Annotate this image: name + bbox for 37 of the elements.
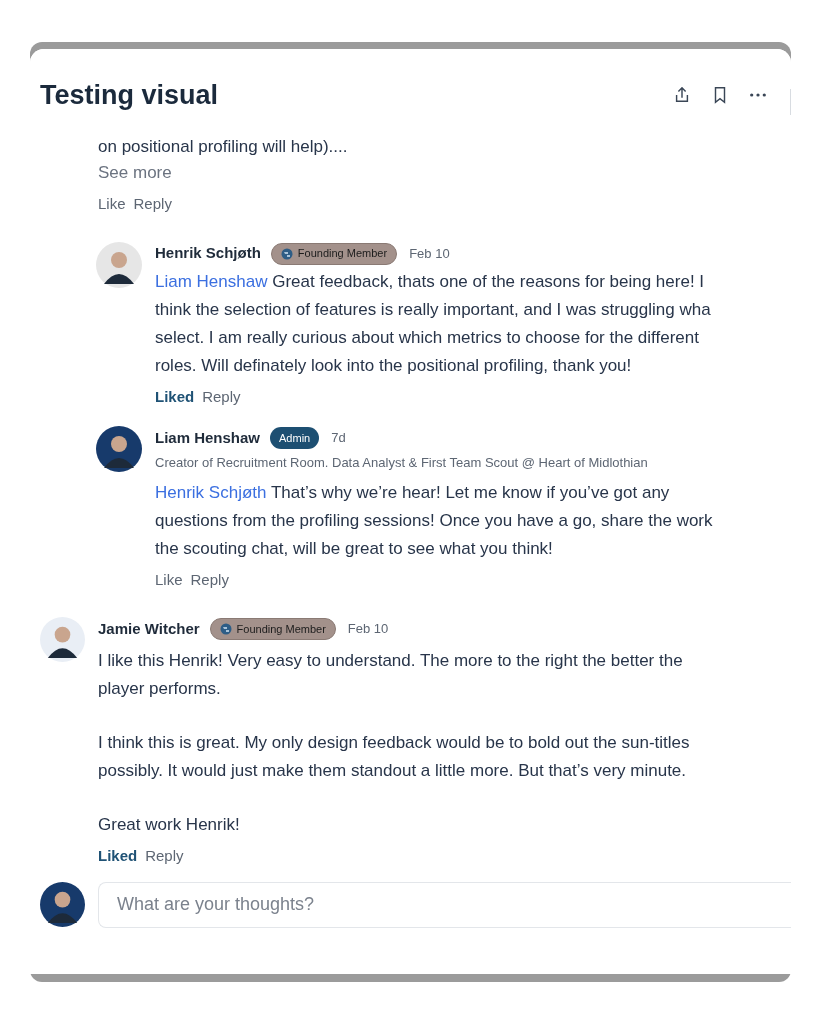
member-badge: Founding Member [209, 618, 336, 640]
reply-button[interactable]: Reply [202, 385, 241, 408]
mention-link[interactable]: Henrik Schjøth [155, 482, 267, 502]
member-badge: Admin [270, 427, 320, 449]
author-name[interactable]: Liam Henshaw [155, 426, 261, 450]
like-button[interactable]: Liked [155, 385, 195, 408]
globe-icon [219, 623, 232, 635]
post-title: Testing visual [40, 78, 219, 112]
post-time: 7d [331, 429, 346, 448]
reply-button[interactable]: Reply [190, 568, 229, 591]
author-bio: Creator of Recruitment Room. Data Analyst & First Team Scout @ Heart of Midlothian [155, 454, 649, 472]
comment-text: I like this Henrik! Very easy to understand. The more to the right the better the player performs. [98, 650, 684, 700]
globe-icon [280, 247, 293, 260]
comment-text: Henrik Schjøth That’s why we’re hear! Let me know if you’ve got any questions from the profiling sessions! Once you have a go, share the work the scouting chat, will be great to see what you think! [155, 481, 713, 560]
author-name[interactable]: Jamie Witcher [98, 617, 200, 641]
avatar [96, 426, 142, 472]
avatar [96, 241, 142, 288]
mention-link[interactable]: Liam Henshaw [155, 271, 268, 291]
like-button[interactable]: Liked [98, 845, 138, 868]
share-icon[interactable] [673, 86, 691, 104]
like-button[interactable]: Like [98, 193, 126, 216]
like-button[interactable]: Like [155, 568, 183, 591]
comment-text: Great work Henrik! [98, 814, 241, 836]
see-more-link[interactable]: See more [98, 159, 791, 187]
post-time: Feb 10 [409, 244, 450, 263]
more-icon[interactable] [749, 92, 767, 98]
comment-text: Liam Henshaw Great feedback, thats one of the reasons for being here! I think the selection of features is really important, and I was struggling wha select. I am really curious about which metrics to choose for the different roles. Will definately look into the positional profiling, thank you! [155, 270, 711, 377]
avatar [40, 882, 85, 927]
reply-button[interactable]: Reply [133, 193, 172, 216]
avatar [40, 617, 85, 662]
reply-button[interactable]: Reply [145, 845, 184, 868]
post-time: Feb 10 [347, 620, 389, 639]
comment-text: I think this is great. My only design feedback would be to bold out the sun-titles possibly. It would just make them standout a little more. But that’s very minute. [98, 732, 690, 782]
comment-input[interactable]: What are your thoughts? [98, 881, 791, 928]
comment-text: on positional profiling will help).... [98, 136, 349, 158]
member-badge: Founding Member [270, 242, 398, 265]
author-name[interactable]: Henrik Schjøth [155, 242, 261, 265]
